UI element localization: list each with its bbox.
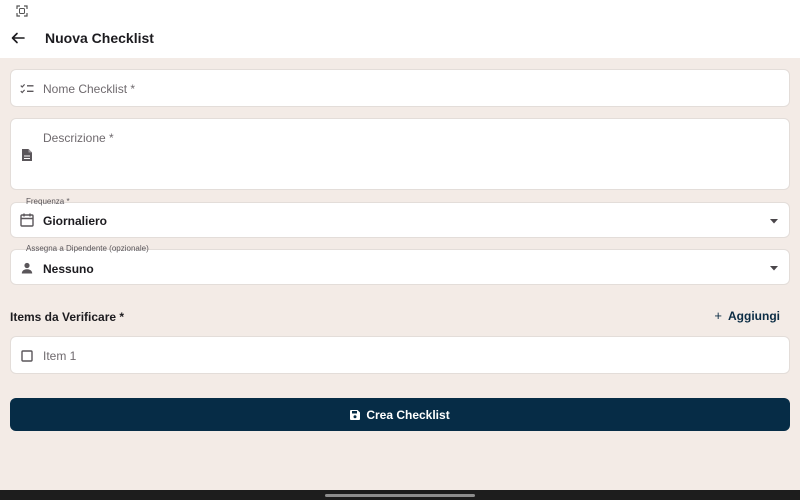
- frequency-label: Frequenza *: [26, 197, 70, 206]
- person-icon: [19, 260, 35, 276]
- assignee-dropdown[interactable]: Assegna a Dipendente (opzionale) Nessuno: [10, 244, 790, 285]
- gesture-handle[interactable]: [325, 494, 475, 497]
- checklist-name-field[interactable]: Nome Checklist *: [10, 69, 790, 107]
- create-checklist-button[interactable]: Crea Checklist: [10, 398, 790, 431]
- chevron-down-icon: [769, 216, 779, 226]
- chevron-down-icon: [769, 263, 779, 273]
- navigation-bar: [0, 490, 800, 500]
- calendar-icon: [19, 212, 35, 228]
- status-bar: [0, 0, 800, 22]
- item-placeholder: Item 1: [43, 349, 77, 363]
- screenshot-icon: [16, 5, 28, 17]
- app-bar: Nuova Checklist: [0, 22, 800, 58]
- description-icon: [19, 147, 35, 163]
- description-placeholder: Descrizione *: [43, 131, 114, 145]
- plus-icon: +: [714, 308, 723, 323]
- checkbox-icon[interactable]: [19, 348, 35, 364]
- frequency-value: Giornaliero: [43, 214, 108, 228]
- items-section-title: Items da Verificare *: [10, 310, 125, 324]
- assignee-label: Assegna a Dipendente (opzionale): [26, 244, 149, 253]
- add-item-label: Aggiungi: [728, 309, 780, 323]
- page-title: Nuova Checklist: [45, 30, 154, 46]
- checklist-name-placeholder: Nome Checklist *: [43, 82, 136, 96]
- add-item-button[interactable]: + Aggiungi: [714, 309, 780, 323]
- description-field[interactable]: Descrizione *: [10, 118, 790, 190]
- item-field[interactable]: Item 1: [10, 336, 790, 374]
- back-button[interactable]: [8, 28, 28, 48]
- save-icon: [350, 409, 361, 420]
- arrow-back-icon: [11, 32, 25, 44]
- create-checklist-label: Crea Checklist: [366, 407, 450, 422]
- checklist-icon: [19, 81, 35, 97]
- frequency-dropdown[interactable]: Frequenza * Giornaliero: [10, 197, 790, 238]
- assignee-value: Nessuno: [43, 262, 94, 276]
